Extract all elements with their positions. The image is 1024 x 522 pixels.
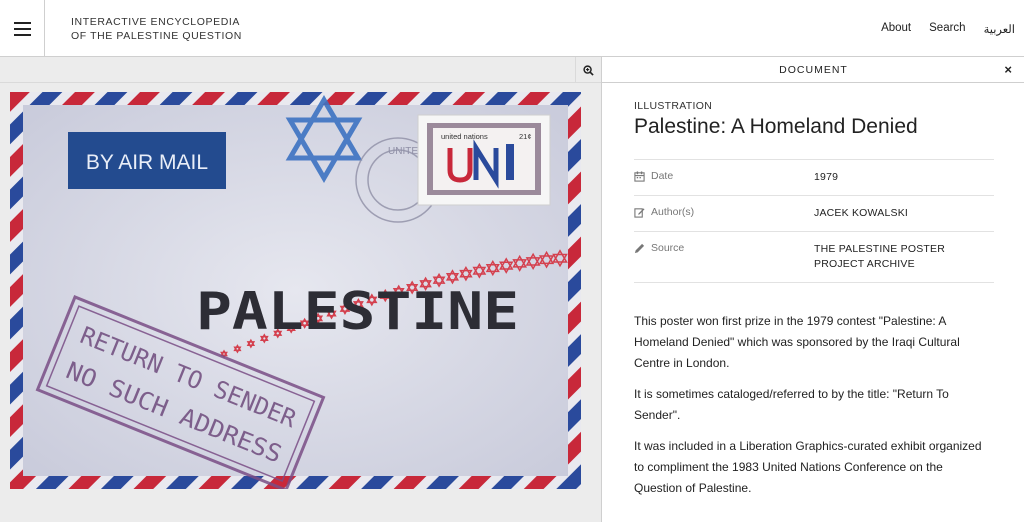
meta-value-source: THE PALESTINE POSTER PROJECT ARCHIVE — [814, 243, 945, 270]
calendar-icon — [634, 171, 645, 182]
poster-main-word: PALESTINE — [196, 282, 519, 342]
nav-about-link[interactable]: About — [881, 22, 911, 36]
description-paragraph: It is sometimes cataloged/referred to by… — [634, 387, 949, 422]
site-title-link[interactable]: INTERACTIVE ENCYCLOPEDIA OF THE PALESTIN… — [71, 15, 242, 43]
document-kind: ILLUSTRATION — [634, 100, 713, 112]
stamp-value: 21¢ — [519, 132, 532, 141]
menu-icon-bar — [13, 21, 31, 24]
meta-key-date: Date — [634, 170, 814, 185]
top-header: INTERACTIVE ENCYCLOPEDIA OF THE PALESTIN… — [0, 0, 1024, 57]
pencil-icon — [634, 243, 645, 254]
zoom-button[interactable] — [575, 57, 601, 83]
description-paragraph: This poster won first prize in the 1979 … — [634, 314, 960, 370]
meta-row-authors: Author(s) JACEK KOWALSKI — [634, 196, 994, 232]
stamp-text: united nations — [441, 132, 488, 141]
description-paragraph: It was included in a Liberation Graphics… — [634, 439, 982, 495]
menu-icon-bar — [13, 27, 31, 30]
close-button[interactable]: × — [1004, 57, 1013, 83]
document-panel: DOCUMENT × ILLUSTRATION Palestine: A Hom… — [601, 57, 1024, 522]
meta-key-label: Author(s) — [651, 206, 695, 218]
meta-row-date: Date 1979 — [634, 160, 994, 196]
document-bar-title: DOCUMENT — [779, 64, 848, 76]
poster-image[interactable]: BY AIR MAIL UNITED united nations 21¢ PA… — [10, 92, 581, 489]
edit-icon — [634, 208, 645, 218]
airmail-label-text: BY AIR MAIL — [86, 151, 208, 174]
menu-icon-bar — [13, 33, 31, 36]
main-nav: About Search العربية — [863, 22, 1015, 36]
document-content: ILLUSTRATION Palestine: A Homeland Denie… — [634, 100, 994, 509]
meta-row-source: Source THE PALESTINE POSTER PROJECT ARCH… — [634, 232, 994, 283]
document-title: Palestine: A Homeland Denied — [634, 115, 918, 138]
hamburger-menu-button[interactable] — [0, 0, 45, 57]
site-title-line1: INTERACTIVE ENCYCLOPEDIA — [71, 16, 241, 28]
zoom-in-icon — [583, 64, 594, 76]
document-description: This poster won first prize in the 1979 … — [634, 311, 994, 499]
nav-search-link[interactable]: Search — [929, 22, 965, 36]
meta-key-label: Date — [651, 170, 674, 182]
site-title-line2: OF THE PALESTINE QUESTION — [71, 30, 242, 42]
meta-value-author-link[interactable]: JACEK KOWALSKI — [814, 206, 994, 221]
meta-key-source: Source — [634, 242, 814, 272]
meta-value-date: 1979 — [814, 171, 839, 183]
metadata-table: Date 1979 Author(s) JACEK KOWALSKI Sourc… — [634, 159, 994, 283]
image-viewer: BY AIR MAIL UNITED united nations 21¢ PA… — [0, 57, 601, 522]
meta-key-authors: Author(s) — [634, 206, 814, 221]
document-bar: DOCUMENT × — [602, 57, 1024, 83]
nav-arabic-link[interactable]: العربية — [984, 22, 1015, 36]
un-postage-stamp — [417, 114, 551, 206]
meta-key-label: Source — [651, 242, 685, 254]
viewer-toolbar — [0, 57, 601, 83]
